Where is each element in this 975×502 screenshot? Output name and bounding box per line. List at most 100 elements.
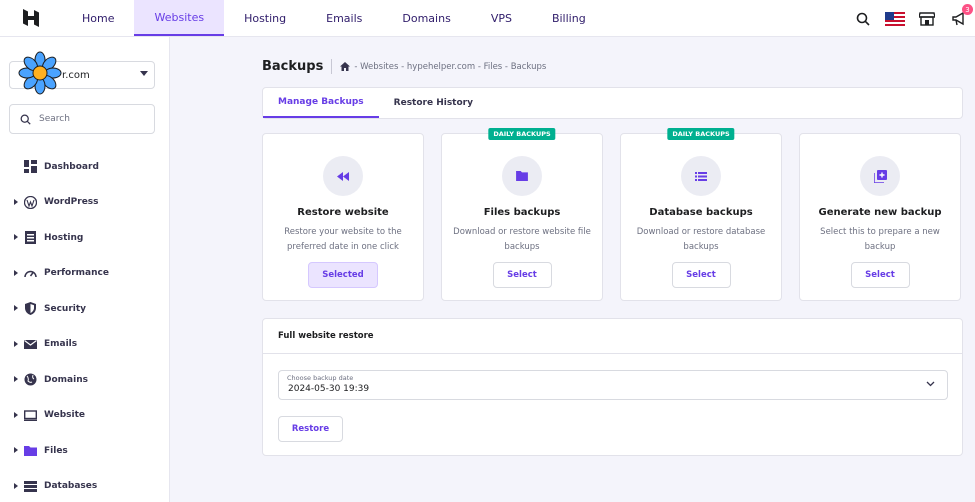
chevron-right-icon xyxy=(14,411,18,418)
nav-domains[interactable]: Domains xyxy=(382,0,470,36)
search-icon[interactable] xyxy=(847,0,879,37)
us-flag-icon[interactable] xyxy=(879,0,911,37)
chevron-right-icon xyxy=(14,269,18,276)
sidebar-item-website[interactable]: Website xyxy=(0,398,170,434)
daily-backups-badge: DAILY BACKUPS xyxy=(488,128,556,140)
sidebar-item-domains[interactable]: Domains xyxy=(0,362,170,398)
search-input[interactable]: Search xyxy=(9,104,155,134)
chevron-right-icon xyxy=(14,340,18,347)
sidebar-item-hosting[interactable]: Hosting xyxy=(0,220,170,256)
card-description: Select this to prepare a new backup xyxy=(820,227,940,252)
sidebar-item-label: Databases xyxy=(44,481,98,492)
card-title: Database backups xyxy=(649,207,753,218)
top-nav: Home Websites Hosting Emails Domains VPS… xyxy=(0,0,975,37)
card-files-backups[interactable]: DAILY BACKUPS Files backups Download or … xyxy=(441,128,603,301)
sidebar-item-files[interactable]: Files xyxy=(0,433,170,469)
nav-emails[interactable]: Emails xyxy=(306,0,382,36)
card-description: Download or restore database backups xyxy=(636,227,766,252)
mail-icon xyxy=(24,339,37,349)
sidebar-item-label: Emails xyxy=(44,339,78,350)
add-box-icon xyxy=(860,156,900,196)
home-icon[interactable] xyxy=(340,62,351,71)
sidebar-menu: Dashboard WordPress Hosting Performance … xyxy=(0,149,170,502)
nav-home[interactable]: Home xyxy=(62,0,134,36)
flower-sticker-icon xyxy=(18,51,62,95)
tab-restore-history[interactable]: Restore History xyxy=(379,88,488,118)
sidebar-item-label: Files xyxy=(44,445,68,456)
sidebar-item-security[interactable]: Security xyxy=(0,291,170,327)
sidebar-item-databases[interactable]: Databases xyxy=(0,469,170,502)
chevron-right-icon xyxy=(14,305,18,311)
sidebar-item-label: Website xyxy=(44,410,86,421)
full-restore-panel: Full website restore Choose backup date … xyxy=(262,318,963,456)
monitor-icon xyxy=(24,409,37,421)
wordpress-icon xyxy=(24,195,37,209)
hosting-icon xyxy=(25,231,36,244)
daily-backups-badge: DAILY BACKUPS xyxy=(667,128,735,140)
sidebar: r.com Search Dashboard WordPress Hosting… xyxy=(0,37,170,502)
sidebar-item-label: Domains xyxy=(44,374,88,385)
nav-websites[interactable]: Websites xyxy=(134,0,225,36)
megaphone-icon[interactable]: 3 xyxy=(943,0,975,37)
sidebar-item-label: WordPress xyxy=(44,197,99,208)
chevron-right-icon xyxy=(14,482,18,489)
sidebar-item-emails[interactable]: Emails xyxy=(0,327,170,363)
restore-button[interactable]: Restore xyxy=(278,416,343,442)
page-header: Backups - Websites - hypehelper.com - Fi… xyxy=(262,59,546,74)
page-title: Backups xyxy=(262,59,333,74)
chevron-right-icon xyxy=(14,198,18,205)
hostinger-logo-icon[interactable] xyxy=(0,0,62,36)
website-selector-value: r.com xyxy=(62,69,90,81)
sidebar-item-label: Dashboard xyxy=(44,161,99,172)
notification-badge: 3 xyxy=(962,4,973,15)
search-placeholder: Search xyxy=(39,114,70,124)
nav-hosting[interactable]: Hosting xyxy=(224,0,306,36)
search-icon xyxy=(20,114,31,125)
card-description: Restore your website to the preferred da… xyxy=(284,227,402,252)
shield-icon xyxy=(25,302,36,315)
globe-icon xyxy=(24,373,37,386)
chevron-right-icon xyxy=(14,376,18,382)
backup-tabs: Manage Backups Restore History xyxy=(262,87,963,119)
tab-manage-backups[interactable]: Manage Backups xyxy=(263,88,379,118)
restore-website-selected-button[interactable]: Selected xyxy=(308,262,378,288)
nav-vps[interactable]: VPS xyxy=(471,0,532,36)
main-content: Backups - Websites - hypehelper.com - Fi… xyxy=(170,37,975,502)
card-description: Download or restore website file backups xyxy=(453,227,591,252)
rewind-icon xyxy=(323,156,363,196)
sidebar-item-label: Hosting xyxy=(44,232,84,243)
generate-backup-select-button[interactable]: Select xyxy=(850,262,910,288)
folder-icon xyxy=(24,446,37,456)
card-database-backups[interactable]: DAILY BACKUPS Database backups Download … xyxy=(620,128,782,301)
breadcrumb: - Websites - hypehelper.com - Files - Ba… xyxy=(340,62,546,72)
dashboard-icon xyxy=(24,160,37,173)
database-backups-select-button[interactable]: Select xyxy=(671,262,731,288)
sidebar-item-performance[interactable]: Performance xyxy=(0,256,170,292)
card-restore-website[interactable]: Restore website Restore your website to … xyxy=(262,133,424,301)
sidebar-item-dashboard[interactable]: Dashboard xyxy=(0,149,170,185)
files-backups-select-button[interactable]: Select xyxy=(492,262,552,288)
backup-options: Restore website Restore your website to … xyxy=(262,128,965,301)
card-title: Generate new backup xyxy=(818,207,942,218)
list-icon xyxy=(681,156,721,196)
chevron-right-icon xyxy=(14,234,18,240)
chevron-down-icon xyxy=(140,71,148,76)
store-icon[interactable] xyxy=(911,0,943,37)
chevron-down-icon xyxy=(926,381,935,387)
sidebar-item-label: Security xyxy=(44,303,87,314)
folder-icon xyxy=(502,156,542,196)
sidebar-item-wordpress[interactable]: WordPress xyxy=(0,185,170,221)
chevron-right-icon xyxy=(14,447,18,453)
gauge-icon xyxy=(24,270,37,277)
nav-billing[interactable]: Billing xyxy=(532,0,606,36)
backup-date-value: 2024-05-30 19:39 xyxy=(288,384,370,394)
sidebar-item-label: Performance xyxy=(44,268,109,279)
card-generate-backup[interactable]: Generate new backup Select this to prepa… xyxy=(799,133,961,301)
backup-date-label: Choose backup date xyxy=(287,374,354,382)
database-icon xyxy=(24,480,37,492)
card-title: Restore website xyxy=(297,207,389,218)
backup-date-select[interactable]: Choose backup date 2024-05-30 19:39 xyxy=(278,370,948,400)
breadcrumb-path[interactable]: - Websites - hypehelper.com - Files - Ba… xyxy=(354,62,546,72)
card-title: Files backups xyxy=(483,207,561,218)
panel-title: Full website restore xyxy=(263,319,962,354)
